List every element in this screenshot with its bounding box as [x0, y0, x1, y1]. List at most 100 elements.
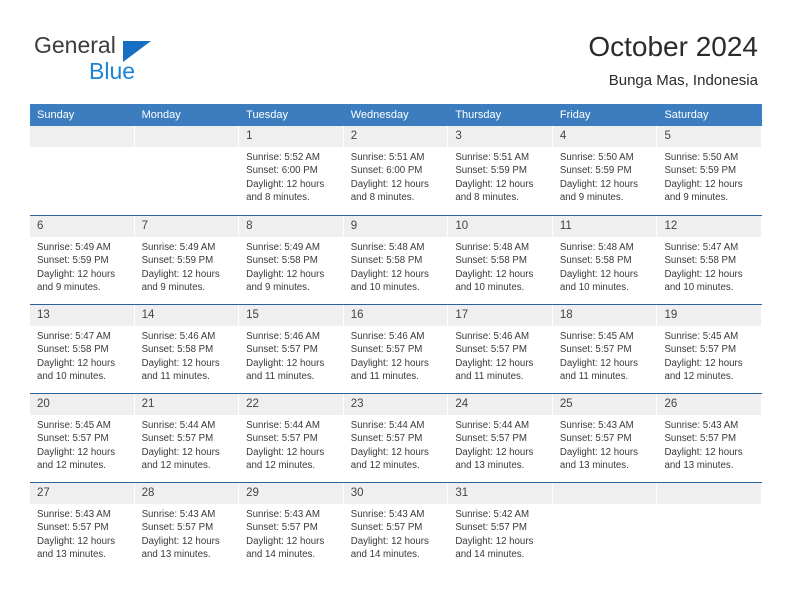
- day-number-band: 2: [343, 126, 448, 147]
- day-detail-line: Sunrise: 5:46 AM: [350, 331, 425, 342]
- calendar-day-cell[interactable]: 1 Sunrise: 5:52 AM Sunset: 6:00 PM Daylight…: [239, 126, 344, 215]
- day-detail-line: Sunrise: 5:47 AM: [37, 331, 111, 342]
- day-detail-line: Sunset: 5:59 PM: [37, 255, 109, 267]
- day-detail-line: Sunset: 5:57 PM: [350, 433, 423, 445]
- day-detail-line: Sunset: 5:57 PM: [455, 433, 527, 445]
- calendar-day-cell[interactable]: 2 Sunrise: 5:51 AM Sunset: 6:00 PM Daylight…: [343, 126, 449, 215]
- day-detail-line: Daylight: 12 hours: [37, 268, 116, 280]
- day-detail-line: Sunset: 5:57 PM: [246, 344, 318, 356]
- day-details: Sunrise: 5:42 AM Sunset: 5:57 PM Daylight:…: [448, 504, 552, 562]
- day-detail-line: Sunset: 5:57 PM: [141, 522, 214, 534]
- day-number-band: [134, 126, 239, 147]
- calendar-day-cell[interactable]: 31 Sunrise: 5:42 AM Sunset: 5:57 PM Dayligh…: [448, 483, 553, 571]
- day-number: 18: [559, 309, 573, 321]
- day-number: 27: [37, 487, 50, 499]
- calendar-day-cell[interactable]: 27 Sunrise: 5:43 AM Sunset: 5:57 PM Dayligh…: [30, 483, 135, 571]
- day-details: Sunrise: 5:47 AM Sunset: 5:58 PM Daylight:…: [657, 237, 761, 295]
- day-detail-line: Sunset: 5:57 PM: [246, 522, 318, 534]
- day-detail-line: and 9 minutes.: [559, 192, 624, 204]
- calendar-day-cell[interactable]: 6 Sunrise: 5:49 AM Sunset: 5:59 PM Daylight…: [30, 216, 135, 304]
- calendar-day-cell[interactable]: 15 Sunrise: 5:46 AM Sunset: 5:57 PM Dayligh…: [239, 305, 344, 393]
- day-number-band: 12: [657, 216, 762, 237]
- day-details: Sunrise: 5:44 AM Sunset: 5:57 PM Daylight:…: [135, 415, 239, 473]
- calendar-day-cell[interactable]: 18 Sunrise: 5:45 AM Sunset: 5:57 PM Dayligh…: [552, 305, 658, 393]
- calendar-day-cell[interactable]: 24 Sunrise: 5:44 AM Sunset: 5:57 PM Dayligh…: [448, 394, 553, 482]
- day-detail-line: Sunset: 5:59 PM: [455, 165, 527, 177]
- day-details: Sunrise: 5:51 AM Sunset: 5:59 PM Daylight:…: [448, 147, 552, 205]
- day-detail-line: Daylight: 12 hours: [246, 357, 325, 369]
- day-detail-line: and 14 minutes.: [350, 549, 420, 561]
- day-detail-line: and 13 minutes.: [37, 549, 106, 561]
- day-detail-line: Sunrise: 5:42 AM: [455, 509, 530, 520]
- calendar-day-cell[interactable]: 19 Sunrise: 5:45 AM Sunset: 5:57 PM Dayligh…: [657, 305, 763, 393]
- calendar-day-cell[interactable]: 16 Sunrise: 5:46 AM Sunset: 5:57 PM Dayligh…: [343, 305, 449, 393]
- day-detail-line: and 9 minutes.: [246, 282, 310, 294]
- day-number-band: 1: [239, 126, 343, 147]
- calendar-week-row: 13 Sunrise: 5:47 AM Sunset: 5:58 PM Dayligh…: [30, 304, 763, 393]
- calendar-day-cell[interactable]: 8 Sunrise: 5:49 AM Sunset: 5:58 PM Daylight…: [239, 216, 344, 304]
- calendar-day-cell[interactable]: 30 Sunrise: 5:43 AM Sunset: 5:57 PM Dayligh…: [343, 483, 449, 571]
- calendar-day-cell[interactable]: 25 Sunrise: 5:43 AM Sunset: 5:57 PM Dayligh…: [552, 394, 658, 482]
- day-detail-line: and 8 minutes.: [350, 192, 415, 204]
- calendar-day-cell[interactable]: 26 Sunrise: 5:43 AM Sunset: 5:57 PM Dayligh…: [657, 394, 763, 482]
- calendar-day-cell[interactable]: 17 Sunrise: 5:46 AM Sunset: 5:57 PM Dayligh…: [448, 305, 553, 393]
- calendar-day-cell[interactable]: 11 Sunrise: 5:48 AM Sunset: 5:58 PM Dayligh…: [552, 216, 658, 304]
- calendar-weeks: 1 Sunrise: 5:52 AM Sunset: 6:00 PM Daylight…: [30, 126, 763, 571]
- calendar-day-cell[interactable]: 28 Sunrise: 5:43 AM Sunset: 5:57 PM Dayligh…: [134, 483, 240, 571]
- day-details: Sunrise: 5:45 AM Sunset: 5:57 PM Daylight:…: [657, 326, 761, 384]
- calendar-day-cell[interactable]: 7 Sunrise: 5:49 AM Sunset: 5:59 PM Daylight…: [134, 216, 240, 304]
- calendar-day-cell[interactable]: 20 Sunrise: 5:45 AM Sunset: 5:57 PM Dayligh…: [30, 394, 135, 482]
- weekday-header-thursday: Thursday: [455, 109, 502, 121]
- calendar-day-cell[interactable]: 12 Sunrise: 5:47 AM Sunset: 5:58 PM Dayligh…: [657, 216, 763, 304]
- weekday-header-sunday: Sunday: [37, 109, 75, 121]
- day-number-band: 30: [343, 483, 448, 504]
- day-number-band: 16: [343, 305, 448, 326]
- calendar-day-cell[interactable]: 10 Sunrise: 5:48 AM Sunset: 5:58 PM Dayligh…: [448, 216, 553, 304]
- day-detail-line: Sunset: 5:57 PM: [559, 433, 632, 445]
- day-details: Sunrise: 5:44 AM Sunset: 5:57 PM Daylight:…: [448, 415, 552, 473]
- day-detail-line: and 10 minutes.: [559, 282, 629, 294]
- day-details: Sunrise: 5:49 AM Sunset: 5:58 PM Daylight:…: [239, 237, 343, 295]
- day-detail-line: and 10 minutes.: [664, 282, 734, 294]
- day-detail-line: Sunrise: 5:45 AM: [559, 331, 634, 342]
- day-detail-line: Daylight: 12 hours: [246, 535, 325, 547]
- day-number-band: 28: [134, 483, 239, 504]
- day-details: Sunrise: 5:43 AM Sunset: 5:57 PM Daylight:…: [553, 415, 657, 473]
- day-detail-line: and 10 minutes.: [455, 282, 525, 294]
- calendar-day-cell[interactable]: 23 Sunrise: 5:44 AM Sunset: 5:57 PM Dayligh…: [343, 394, 449, 482]
- day-detail-line: Sunrise: 5:44 AM: [455, 420, 530, 431]
- day-details: [657, 504, 761, 508]
- day-number-band: 8: [239, 216, 343, 237]
- day-detail-line: Sunrise: 5:43 AM: [664, 420, 739, 431]
- day-detail-line: and 10 minutes.: [350, 282, 420, 294]
- day-detail-line: Sunrise: 5:43 AM: [141, 509, 216, 520]
- title-block: October 2024 Bunga Mas, Indonesia: [588, 30, 758, 92]
- day-number-band: 29: [239, 483, 343, 504]
- day-detail-line: Daylight: 12 hours: [350, 357, 429, 369]
- day-number-band: 11: [552, 216, 657, 237]
- day-detail-line: Daylight: 12 hours: [455, 446, 534, 458]
- calendar-day-cell[interactable]: 9 Sunrise: 5:48 AM Sunset: 5:58 PM Daylight…: [343, 216, 449, 304]
- day-details: Sunrise: 5:50 AM Sunset: 5:59 PM Daylight:…: [553, 147, 657, 205]
- day-number: 19: [664, 309, 678, 321]
- calendar-day-cell[interactable]: 4 Sunrise: 5:50 AM Sunset: 5:59 PM Daylight…: [552, 126, 658, 215]
- day-number: 11: [559, 220, 572, 232]
- calendar-day-cell[interactable]: 22 Sunrise: 5:44 AM Sunset: 5:57 PM Dayligh…: [239, 394, 344, 482]
- weekday-header-tuesday: Tuesday: [246, 109, 288, 121]
- calendar-day-cell[interactable]: 14 Sunrise: 5:46 AM Sunset: 5:58 PM Dayligh…: [134, 305, 240, 393]
- calendar-day-cell[interactable]: 29 Sunrise: 5:43 AM Sunset: 5:57 PM Dayligh…: [239, 483, 344, 571]
- calendar-day-cell[interactable]: 3 Sunrise: 5:51 AM Sunset: 5:59 PM Daylight…: [448, 126, 553, 215]
- page-header: General Blue October 2024 Bunga Mas, Ind…: [0, 0, 792, 98]
- day-details: [553, 504, 657, 508]
- calendar-day-cell[interactable]: 5 Sunrise: 5:50 AM Sunset: 5:59 PM Daylight…: [657, 126, 763, 215]
- day-detail-line: Sunset: 5:58 PM: [350, 255, 423, 267]
- day-detail-line: and 12 minutes.: [141, 460, 211, 472]
- calendar-day-cell[interactable]: 13 Sunrise: 5:47 AM Sunset: 5:58 PM Dayligh…: [30, 305, 135, 393]
- calendar-day-cell[interactable]: 21 Sunrise: 5:44 AM Sunset: 5:57 PM Dayligh…: [134, 394, 240, 482]
- day-number: 7: [141, 220, 148, 232]
- day-number: 13: [37, 309, 50, 321]
- day-details: Sunrise: 5:49 AM Sunset: 5:59 PM Daylight:…: [135, 237, 239, 295]
- day-number: 22: [246, 398, 259, 410]
- day-detail-line: Sunrise: 5:43 AM: [246, 509, 320, 520]
- day-detail-line: Daylight: 12 hours: [246, 446, 325, 458]
